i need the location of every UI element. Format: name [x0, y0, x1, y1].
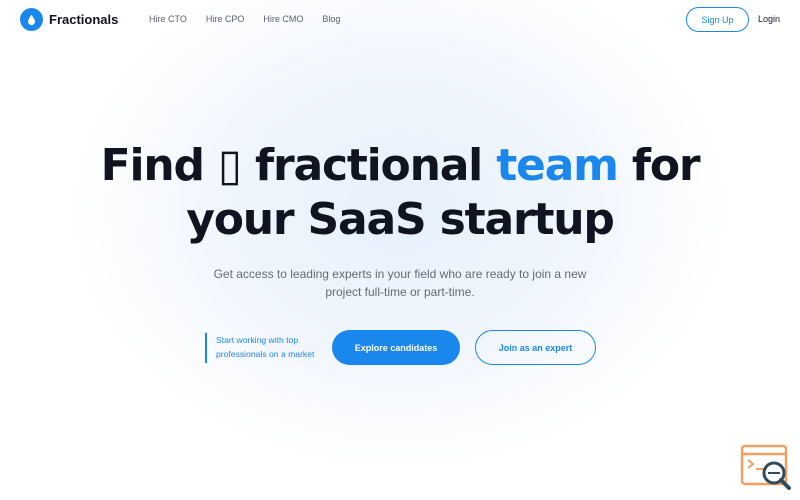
- explore-candidates-button[interactable]: Explore candidates: [332, 330, 460, 365]
- headline-line-2: your SaaS startup: [186, 194, 615, 245]
- headline-text-3: for: [617, 140, 701, 191]
- main-nav: Hire CTO Hire CPO Hire CMO Blog: [149, 14, 359, 24]
- headline-text-1: Find: [100, 140, 218, 191]
- search-code-icon[interactable]: [740, 444, 792, 492]
- drop-icon: [20, 8, 43, 31]
- signup-button[interactable]: Sign Up: [686, 7, 749, 32]
- hero-subtitle: Get access to leading experts in your fi…: [213, 267, 587, 299]
- headline-glyph: ▯: [217, 140, 242, 191]
- cta-note: Start working with top professionals on …: [205, 333, 330, 363]
- brand-logo[interactable]: Fractionals: [20, 8, 118, 31]
- login-link[interactable]: Login: [758, 14, 780, 24]
- headline-text-2: fractional: [240, 140, 497, 191]
- headline-accent-word: team: [496, 140, 619, 191]
- nav-link-blog[interactable]: Blog: [322, 14, 340, 24]
- nav-link-hire-cmo[interactable]: Hire CMO: [263, 14, 303, 24]
- nav-link-hire-cpo[interactable]: Hire CPO: [206, 14, 245, 24]
- join-as-expert-button[interactable]: Join as an expert: [475, 330, 596, 365]
- site-header: Fractionals Hire CTO Hire CPO Hire CMO B…: [0, 0, 800, 40]
- nav-link-hire-cto[interactable]: Hire CTO: [149, 14, 187, 24]
- brand-name: Fractionals: [49, 12, 119, 27]
- hero-headline: Find ▯ fractional team for your SaaS sta…: [0, 139, 800, 247]
